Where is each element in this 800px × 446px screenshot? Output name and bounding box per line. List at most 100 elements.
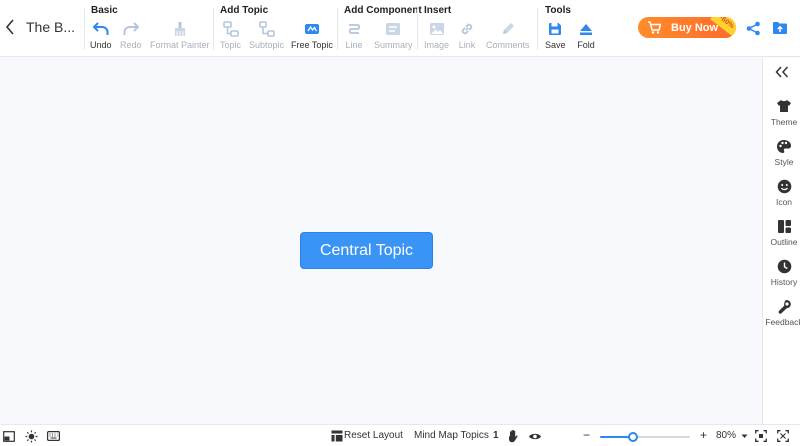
right-side-panel: Theme Style Icon Outline History Feedbac… (762, 58, 800, 424)
summary-button[interactable]: Summary (374, 20, 413, 52)
collapse-panel-button[interactable] (774, 64, 790, 80)
free-topic-button[interactable]: Free Topic (291, 20, 333, 52)
document-title[interactable]: The B... (26, 19, 75, 35)
smiley-icon (776, 178, 792, 194)
double-chevron-left-icon (775, 66, 789, 78)
save-icon (546, 20, 564, 38)
pan-mode-button[interactable] (506, 429, 520, 443)
link-icon (458, 20, 476, 38)
panel-item-feedback[interactable]: Feedback (763, 298, 800, 327)
cart-icon (647, 21, 661, 35)
panel-item-theme[interactable]: Theme (763, 98, 800, 127)
buy-now-label: Buy Now (671, 21, 719, 34)
share-icon (746, 21, 760, 35)
preview-button[interactable] (528, 429, 542, 443)
wrench-icon (776, 298, 792, 314)
fit-to-screen-button[interactable] (754, 429, 768, 443)
image-button[interactable]: Image (424, 20, 449, 52)
keyboard-icon (46, 431, 60, 441)
topic-icon (222, 20, 240, 38)
outline-icon (776, 218, 792, 234)
back-button[interactable] (2, 15, 18, 39)
toolbar-divider (84, 8, 85, 50)
topics-count-value: 1 (493, 430, 499, 441)
comments-label: Comments (486, 40, 530, 50)
zoom-slider[interactable] (600, 432, 690, 442)
zoom-slider-thumb[interactable] (628, 432, 639, 442)
line-icon (345, 20, 363, 38)
panel-item-label: Outline (770, 237, 798, 247)
label-separator: : (485, 430, 488, 441)
group-title-basic: Basic (91, 5, 118, 16)
comments-icon (499, 20, 517, 38)
summary-label: Summary (374, 40, 413, 50)
fit-screen-icon (755, 430, 767, 442)
palette-icon (776, 138, 792, 154)
panel-item-label: History (770, 277, 798, 287)
caret-down-icon (741, 434, 747, 438)
panel-item-outline[interactable]: Outline (763, 218, 800, 247)
format-painter-label: Format Painter (150, 40, 210, 50)
save-label: Save (545, 40, 566, 50)
line-button[interactable]: Line (345, 20, 363, 52)
minimap-icon (3, 430, 15, 442)
link-label: Link (458, 40, 476, 50)
reset-layout-button[interactable]: Reset Layout (344, 430, 403, 441)
shirt-icon (776, 98, 792, 114)
folder-upload-icon (773, 22, 787, 34)
image-icon (428, 20, 446, 38)
subtopic-button[interactable]: Subtopic (249, 20, 284, 52)
group-title-insert: Insert (424, 5, 452, 16)
hand-icon (508, 429, 518, 443)
line-label: Line (345, 40, 363, 50)
layout-icon (331, 430, 343, 442)
fold-button[interactable]: Fold (577, 20, 595, 52)
keyboard-shortcuts-button[interactable] (46, 429, 60, 443)
comments-button[interactable]: Comments (486, 20, 530, 52)
zoom-out-button[interactable]: − (583, 428, 590, 442)
fullscreen-button[interactable] (776, 429, 790, 443)
buy-now-button[interactable]: Buy Now -60% (638, 17, 736, 38)
mind-map-canvas[interactable]: Central Topic (0, 58, 762, 424)
redo-icon (122, 20, 140, 38)
export-button[interactable] (771, 19, 789, 37)
fullscreen-icon (777, 430, 789, 442)
topics-count-label: Mind Map Topics (414, 430, 489, 441)
fold-icon (577, 20, 595, 38)
redo-button[interactable]: Redo (120, 20, 142, 52)
toolbar-divider (537, 8, 538, 50)
topic-label: Topic (220, 40, 242, 50)
topic-button[interactable]: Topic (220, 20, 241, 52)
panel-item-style[interactable]: Style (763, 138, 800, 167)
fold-label: Fold (577, 40, 595, 50)
zoom-level[interactable]: 80% (716, 430, 736, 441)
subtopic-label: Subtopic (249, 40, 285, 50)
main-toolbar: The B... Basic Undo Redo Format Painter … (0, 0, 800, 57)
zoom-dropdown[interactable] (737, 429, 751, 443)
subtopic-icon (258, 20, 276, 38)
undo-button[interactable]: Undo (90, 20, 112, 52)
share-button[interactable] (744, 19, 762, 37)
reset-layout-icon-wrap[interactable] (330, 429, 344, 443)
status-bar: Reset Layout Mind Map Topics : 1 − + 80% (0, 424, 800, 446)
toolbar-divider (337, 8, 338, 50)
undo-label: Undo (90, 40, 112, 50)
central-topic-node[interactable]: Central Topic (300, 232, 433, 269)
panel-item-label: Icon (775, 197, 793, 207)
theme-mode-toggle[interactable] (24, 429, 38, 443)
panel-item-icon[interactable]: Icon (763, 178, 800, 207)
link-button[interactable]: Link (458, 20, 476, 52)
image-label: Image (424, 40, 450, 50)
group-title-tools: Tools (545, 5, 571, 16)
save-button[interactable]: Save (545, 20, 566, 52)
zoom-in-button[interactable]: + (700, 428, 707, 442)
clock-icon (776, 258, 792, 274)
panel-item-label: Feedback (765, 317, 800, 327)
sun-icon (25, 430, 37, 442)
summary-icon (384, 20, 402, 38)
format-painter-button[interactable]: Format Painter (150, 20, 210, 52)
toolbar-divider (417, 8, 418, 50)
minimap-toggle[interactable] (2, 429, 16, 443)
panel-item-history[interactable]: History (763, 258, 800, 287)
chevron-left-icon (5, 19, 14, 35)
